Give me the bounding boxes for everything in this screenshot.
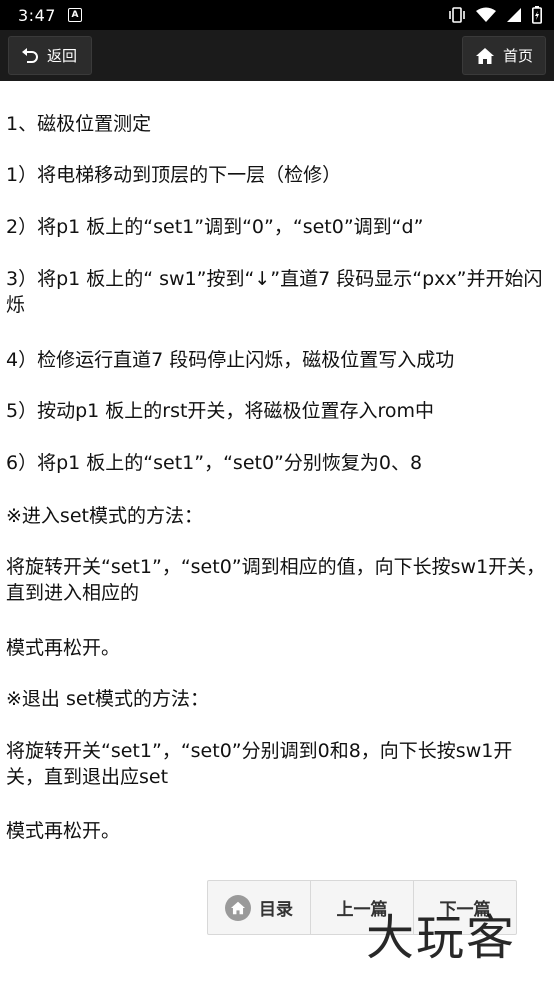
article-paragraph: 1）将电梯移动到顶层的下一层（检修） — [6, 164, 342, 186]
toc-button[interactable]: 目录 — [208, 881, 311, 934]
article-paragraph: 6）将p1 板上的“set1”，“set0”分别恢复为0、8 — [6, 452, 423, 474]
vibrate-icon — [449, 7, 465, 23]
article-paragraph: 模式再松开。 — [6, 820, 121, 842]
article-paragraph: 模式再松开。 — [6, 637, 121, 659]
notification-a-icon: A — [67, 8, 82, 22]
signal-icon — [507, 8, 521, 22]
article-paragraph: 2）将p1 板上的“set1”调到“0”，“set0”调到“d” — [6, 216, 424, 238]
home-circle-icon — [225, 894, 251, 921]
battery-icon — [532, 6, 542, 24]
home-button-label: 首页 — [503, 47, 534, 65]
article-paragraph: 3）将p1 板上的“ sw1”按到“↓”直道7 段码显示“pxx”并开始闪烁 — [6, 268, 543, 316]
wifi-icon — [476, 7, 496, 22]
back-button[interactable]: 返回 — [8, 36, 92, 75]
status-bar: 3:47 A — [0, 0, 554, 30]
article-paragraph: 5）按动p1 板上的rst开关，将磁极位置存入rom中 — [6, 400, 434, 422]
article-paragraph: 1、磁极位置测定 — [6, 113, 152, 135]
article-paragraph: 将旋转开关“set1”，“set0”分别调到0和8，向下长按sw1开关，直到退出… — [6, 740, 513, 788]
article-paragraph: 4）检修运行直道7 段码停止闪烁，磁极位置写入成功 — [6, 349, 455, 371]
status-time: 3:47 — [18, 5, 56, 25]
toc-label: 目录 — [259, 900, 293, 920]
home-button[interactable]: 首页 — [462, 36, 546, 75]
status-icons — [448, 0, 542, 30]
article-paragraph: 将旋转开关“set1”，“set0”调到相应的值，向下长按sw1开关，直到进入相… — [6, 556, 546, 604]
watermark-logo: 大玩客 — [366, 910, 517, 966]
app-bar: 返回 首页 — [0, 30, 554, 81]
article-paragraph: ※退出 set模式的方法： — [6, 688, 209, 710]
article-paragraph: ※进入set模式的方法： — [6, 505, 203, 527]
home-icon — [476, 47, 494, 64]
undo-arrow-icon — [22, 47, 38, 63]
back-button-label: 返回 — [47, 47, 78, 65]
